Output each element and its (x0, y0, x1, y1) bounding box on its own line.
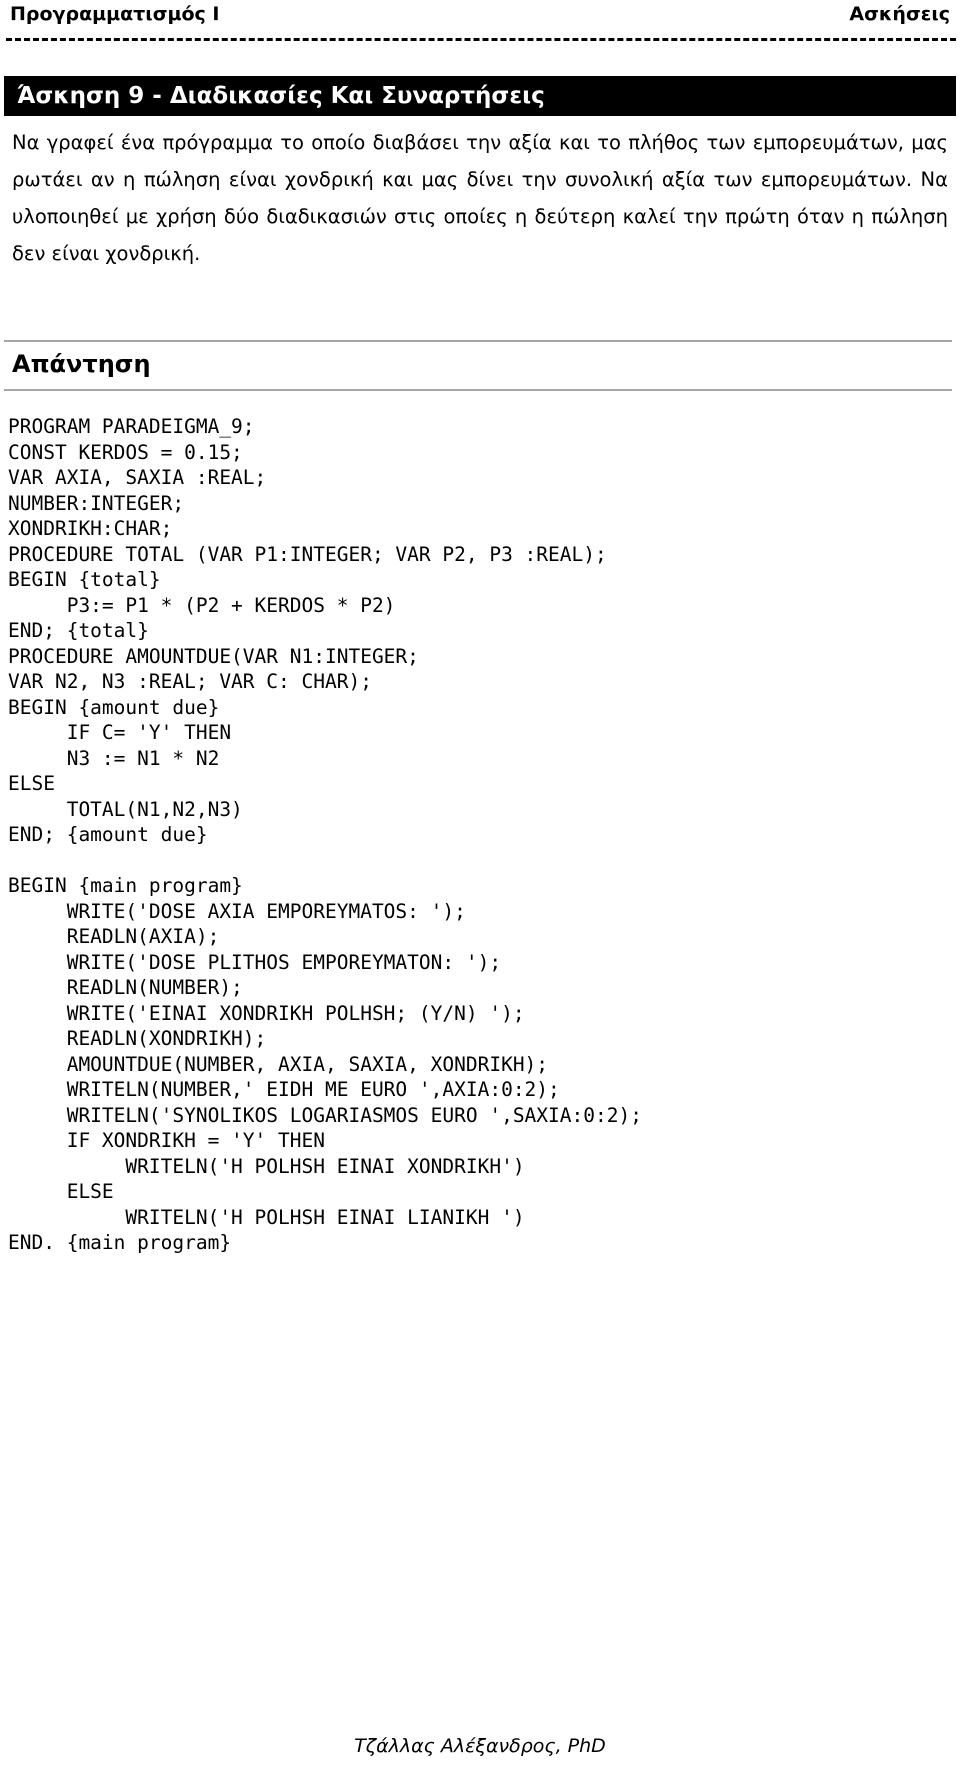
code-line: VAR N2, N3 :REAL; VAR C: CHAR); (8, 670, 372, 693)
code-line: VAR AXIA, SAXIA :REAL; (8, 466, 267, 489)
code-line: BEGIN {total} (8, 568, 161, 591)
code-line: END. {main program} (8, 1231, 232, 1254)
code-line: PROCEDURE TOTAL (VAR P1:INTEGER; VAR P2,… (8, 542, 607, 566)
code-line: AMOUNTDUE(NUMBER, AXIA, SAXIA, XONDRIKH)… (8, 1052, 549, 1076)
header-divider (6, 38, 956, 41)
footer-author: Τζάλλας Αλέξανδρος, PhD (354, 1735, 606, 1757)
running-header: Προγραμματισμός Ι Ασκήσεις (10, 2, 950, 28)
code-line: IF XONDRIKH = 'Y' THEN (8, 1129, 325, 1152)
code-line: ELSE (8, 772, 55, 795)
exercise-title: Άσκηση 9 - Διαδικασίες Και Συναρτήσεις (17, 83, 545, 109)
exercise-title-band: Άσκηση 9 - Διαδικασίες Και Συναρτήσεις (4, 76, 956, 116)
code-line: NUMBER:INTEGER; (8, 491, 185, 515)
source-code-listing: PROGRAM PARADEIGMA_9; CONST KERDOS = 0.15… (8, 414, 952, 1256)
answer-rule-top (4, 340, 952, 342)
code-line: WRITELN(NUMBER,' EIDH ME EURO ',AXIA:0:2… (8, 1078, 560, 1101)
code-line: WRITELN('SYNOLIKOS LOGARIASMOS EURO ',SA… (8, 1103, 642, 1127)
code-line: IF C= 'Y' THEN (8, 721, 232, 744)
code-line: WRITE('EINAI XONDRIKH POLHSH; (Y/N) '); (8, 1001, 525, 1025)
answer-rule-bottom (4, 389, 952, 391)
running-footer: Τζάλλας Αλέξανδρος, PhD (0, 1734, 960, 1758)
code-line: END; {amount due} (8, 823, 208, 846)
code-line: TOTAL(N1,N2,N3) (8, 797, 243, 821)
code-line: WRITELN('H POLHSH EINAI XONDRIKH') (8, 1154, 525, 1178)
header-course-title: Προγραμματισμός Ι (10, 3, 220, 25)
code-line: READLN(AXIA); (8, 925, 220, 948)
code-line: BEGIN {main program} (8, 874, 243, 897)
code-line: WRITELN('H POLHSH EINAI LIANIKH ') (8, 1205, 525, 1229)
code-line: N3 := N1 * N2 (8, 746, 220, 770)
document-page: Προγραμματισμός Ι Ασκήσεις Άσκηση 9 - Δι… (0, 0, 960, 1774)
code-line: BEGIN {amount due} (8, 695, 220, 719)
answer-heading: Απάντηση (12, 350, 151, 378)
code-line: READLN(XONDRIKH); (8, 1027, 267, 1050)
code-line: CONST KERDOS = 0.15; (8, 440, 243, 464)
code-line: WRITE('DOSE PLITHOS EMPOREYMATON: '); (8, 950, 502, 974)
code-line: READLN(NUMBER); (8, 976, 243, 999)
exercise-statement: Να γραφεί ένα πρόγραμμα το οποίο διαβάσε… (12, 131, 948, 265)
code-line: END; {total} (8, 619, 149, 642)
code-line: WRITE('DOSE AXIA EMPOREYMATOS: '); (8, 899, 466, 923)
header-section-title: Ασκήσεις (849, 3, 950, 25)
code-line: PROGRAM PARADEIGMA_9; (8, 415, 255, 438)
code-line: PROCEDURE AMOUNTDUE(VAR N1:INTEGER; (8, 644, 419, 668)
code-line: P3:= P1 * (P2 + KERDOS * P2) (8, 593, 396, 617)
code-line: ELSE (8, 1180, 114, 1203)
code-line: XONDRIKH:CHAR; (8, 517, 173, 540)
